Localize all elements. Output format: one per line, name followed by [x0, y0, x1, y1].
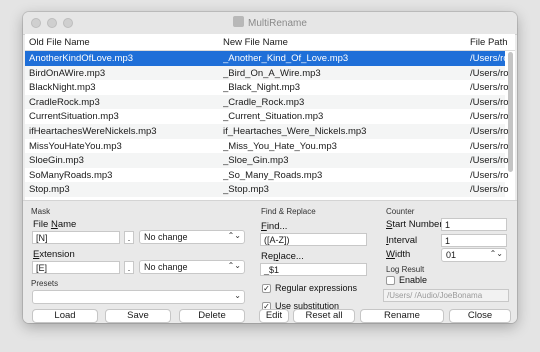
counter-group-label: Counter [386, 207, 415, 216]
find-replace-group-label: Find & Replace [261, 207, 316, 216]
replace-input[interactable]: _$1 [260, 263, 367, 276]
file-path-cell: /Users/ro [470, 169, 509, 181]
old-filename-cell: ifHeartachesWereNickels.mp3 [29, 126, 157, 137]
close-button[interactable]: Close [449, 309, 511, 323]
replace-label: Replace... [261, 251, 304, 262]
extension-separator-input[interactable]: . [124, 261, 134, 274]
rename-button[interactable]: Rename [360, 309, 444, 323]
file-path-cell: /Users/ro [470, 96, 509, 108]
width-select[interactable]: 01 ⌃⌄ [441, 248, 507, 262]
new-filename-cell: _Miss_You_Hate_You.mp3 [223, 140, 337, 152]
new-filename-cell: if_Heartaches_Were_Nickels.mp3 [223, 126, 367, 137]
file-table[interactable]: Old File Name New File Name File Path An… [25, 34, 515, 200]
old-filename-cell: CradleRock.mp3 [29, 96, 100, 108]
load-preset-button[interactable]: Load [32, 309, 98, 323]
file-path-cell: /Users/ro [470, 184, 509, 196]
old-filename-cell: MissYouHateYou.mp3 [29, 140, 122, 152]
regex-checkbox[interactable]: ✓ [262, 284, 271, 293]
regex-label: Regular expressions [275, 283, 358, 293]
column-header-new[interactable]: New File Name [223, 37, 288, 48]
new-filename-cell: _So_Many_Roads.mp3 [223, 169, 323, 181]
save-preset-button[interactable]: Save [105, 309, 171, 323]
find-label: Find... [261, 221, 288, 232]
table-row[interactable]: BirdOnAWire.mp3 _Bird_On_A_Wire.mp3/Users… [25, 65, 509, 81]
file-path-cell: /Users/ro [470, 140, 509, 152]
new-filename-cell: _Current_Situation.mp3 [223, 111, 324, 123]
column-header-path[interactable]: File Path [470, 37, 508, 48]
interval-input[interactable]: 1 [441, 234, 507, 247]
log-group-label: Log Result [386, 265, 425, 274]
presets-select[interactable]: ⌄ [32, 290, 245, 304]
file-path-cell: /Users/ro [470, 67, 509, 79]
chevron-updown-icon: ⌃⌄ [227, 231, 241, 240]
new-filename-cell: _Bird_On_A_Wire.mp3 [223, 67, 321, 79]
file-path-cell: /Users/ro [470, 155, 509, 167]
log-path-input[interactable]: /Users/ /Audio/JoeBonama [383, 289, 509, 302]
table-row[interactable]: SoManyRoads.mp3 _So_Many_Roads.mp3/Users/… [25, 168, 509, 183]
new-filename-cell: _Sloe_Gin.mp3 [223, 155, 289, 167]
chevron-updown-icon: ⌃⌄ [489, 249, 503, 258]
file-path-cell: /Users/ro [470, 53, 509, 64]
enable-log-checkbox[interactable] [386, 276, 395, 285]
options-panel: Mask File Name [N] . No change ⌃⌄ Extensi… [23, 200, 517, 323]
table-header: Old File Name New File Name File Path [25, 34, 515, 51]
mask-group-label: Mask [31, 207, 51, 216]
extension-case-value: No change [144, 262, 188, 272]
reset-all-button[interactable]: Reset all [293, 309, 355, 323]
old-filename-cell: SloeGin.mp3 [29, 155, 84, 167]
new-filename-cell: _Cradle_Rock.mp3 [223, 96, 305, 108]
presets-group-label: Presets [31, 279, 59, 288]
new-filename-cell: _Stop.mp3 [223, 184, 269, 196]
chevron-updown-icon: ⌃⌄ [227, 261, 241, 270]
filename-label: File Name [33, 219, 77, 230]
column-header-old[interactable]: Old File Name [29, 37, 90, 48]
table-row[interactable]: ifHeartachesWereNickels.mp3 if_Heartaches… [25, 124, 509, 139]
file-path-cell: /Users/ro [470, 111, 509, 123]
table-row[interactable]: CradleRock.mp3 _Cradle_Rock.mp3/Users/ro [25, 94, 509, 110]
width-value: 01 [446, 250, 457, 260]
app-icon [233, 16, 245, 27]
chevron-down-icon: ⌄ [234, 291, 241, 300]
table-row[interactable]: MissYouHateYou.mp3 _Miss_You_Hate_You.mp3… [25, 139, 509, 154]
extension-label: Extension [33, 249, 75, 260]
table-row[interactable]: CurrentSituation.mp3 _Current_Situation.m… [25, 109, 509, 124]
table-row[interactable]: AnotherKindOfLove.mp3 _Another_Kind_Of_Lo… [25, 51, 509, 66]
old-filename-cell: AnotherKindOfLove.mp3 [29, 53, 134, 64]
window-title: MultiRename [23, 16, 517, 29]
old-filename-cell: BlackNight.mp3 [29, 82, 96, 94]
old-filename-cell: Stop.mp3 [29, 184, 70, 196]
window-title-text: MultiRename [248, 18, 307, 29]
file-path-cell: /Users/ro [470, 82, 509, 94]
filename-separator-input[interactable]: . [124, 231, 134, 244]
start-number-label: Start Number [386, 219, 443, 230]
table-row[interactable]: BlackNight.mp3 _Black_Night.mp3/Users/ro [25, 80, 509, 95]
start-number-input[interactable]: 1 [441, 218, 507, 231]
old-filename-cell: SoManyRoads.mp3 [29, 169, 113, 181]
table-row[interactable]: Stop.mp3 _Stop.mp3/Users/ro [25, 182, 509, 197]
filename-case-value: No change [144, 232, 188, 242]
old-filename-cell: BirdOnAWire.mp3 [29, 67, 106, 79]
table-row[interactable]: SloeGin.mp3 _Sloe_Gin.mp3/Users/ro [25, 153, 509, 168]
filename-mask-input[interactable]: [N] [32, 231, 120, 244]
interval-label: Interval [386, 235, 418, 246]
extension-mask-input[interactable]: [E] [32, 261, 120, 274]
width-label: Width [386, 249, 411, 260]
title-bar: MultiRename [23, 12, 517, 35]
find-input[interactable]: ([A-Z]) [260, 233, 367, 246]
new-filename-cell: _Another_Kind_Of_Love.mp3 [223, 53, 349, 64]
table-scrollbar[interactable] [508, 52, 513, 172]
edit-button[interactable]: Edit [259, 309, 289, 323]
old-filename-cell: CurrentSituation.mp3 [29, 111, 119, 123]
main-window: MultiRename Old File Name New File Name … [23, 12, 517, 323]
enable-log-label: Enable [399, 275, 428, 285]
extension-case-select[interactable]: No change ⌃⌄ [139, 260, 245, 274]
filename-case-select[interactable]: No change ⌃⌄ [139, 230, 245, 244]
file-path-cell: /Users/ro [470, 126, 509, 137]
new-filename-cell: _Black_Night.mp3 [223, 82, 301, 94]
delete-preset-button[interactable]: Delete [179, 309, 245, 323]
